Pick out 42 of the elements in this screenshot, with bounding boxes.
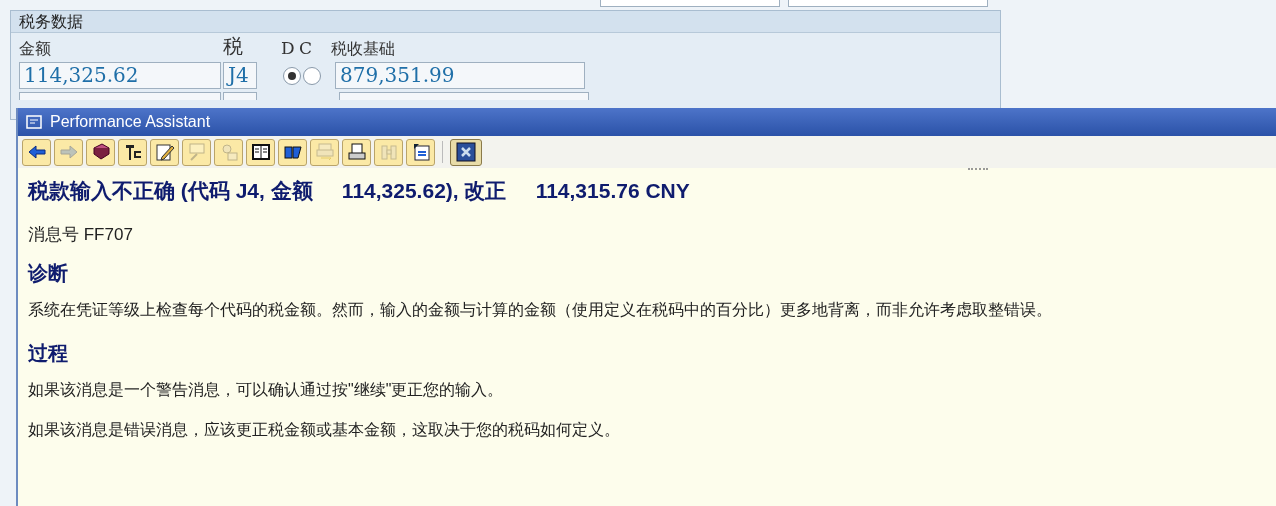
resize-grip[interactable]: [968, 168, 988, 172]
printer-icon: [314, 142, 335, 162]
paragraph: 系统在凭证等级上检查每个代码的税金额。然而，输入的金额与计算的金额（使用定义在税码中的百分比）更多地背离，而非允许考虑取整错误。: [28, 299, 1053, 320]
window-title: Performance Assistant: [50, 112, 211, 132]
column-header: D: [281, 36, 296, 60]
toolbar-button[interactable]: [150, 138, 179, 166]
message-title: 税款输入不正确 (代码 J4, 金额 114,325.62), 改正 114,315.76 CNY: [28, 178, 691, 204]
column-header: 金额: [19, 38, 52, 60]
toolbar-button[interactable]: [86, 138, 115, 166]
section-heading: 过程: [28, 340, 69, 366]
column-header: 税收基础: [331, 38, 395, 60]
pencil-icon: [154, 142, 175, 162]
message-number: 消息号 FF707: [28, 224, 134, 246]
input-field[interactable]: 879,351.99: [335, 62, 585, 89]
input-field[interactable]: [600, 0, 780, 7]
paragraph: 如果该消息是错误消息，应该更正税金额或基本金额，这取决于您的税码如何定义。: [28, 419, 621, 440]
printer-icon: [346, 142, 367, 162]
toolbar-button[interactable]: [22, 138, 51, 166]
column-header: 税: [223, 33, 244, 60]
input-field[interactable]: 114,325.62: [19, 62, 221, 89]
window-icon: [26, 115, 42, 129]
close-icon: [456, 142, 476, 162]
paragraph: 如果该消息是一个警告消息，可以确认通过按"继续"更正您的输入。: [28, 379, 505, 400]
column-header: C: [299, 36, 313, 60]
input-field[interactable]: [788, 0, 988, 7]
toolbar-button[interactable]: [118, 138, 147, 166]
close-button[interactable]: [450, 138, 482, 166]
toolbar-button[interactable]: [278, 138, 307, 166]
radio-button[interactable]: [303, 66, 321, 85]
toolbar-button[interactable]: [406, 138, 435, 166]
toolbar-button[interactable]: [246, 138, 275, 166]
section-heading: 诊断: [28, 260, 69, 286]
input-field[interactable]: J4: [223, 62, 257, 89]
open-book-icon: [250, 142, 271, 162]
group-title: 税务数据: [11, 11, 1000, 33]
forward-arrow-icon: [58, 142, 79, 162]
radio-button[interactable]: [283, 66, 301, 85]
input-field[interactable]: [223, 92, 257, 100]
input-field[interactable]: [339, 92, 589, 100]
back-arrow-icon: [26, 142, 47, 162]
comment-icon: [186, 142, 207, 162]
input-field[interactable]: [19, 92, 221, 100]
